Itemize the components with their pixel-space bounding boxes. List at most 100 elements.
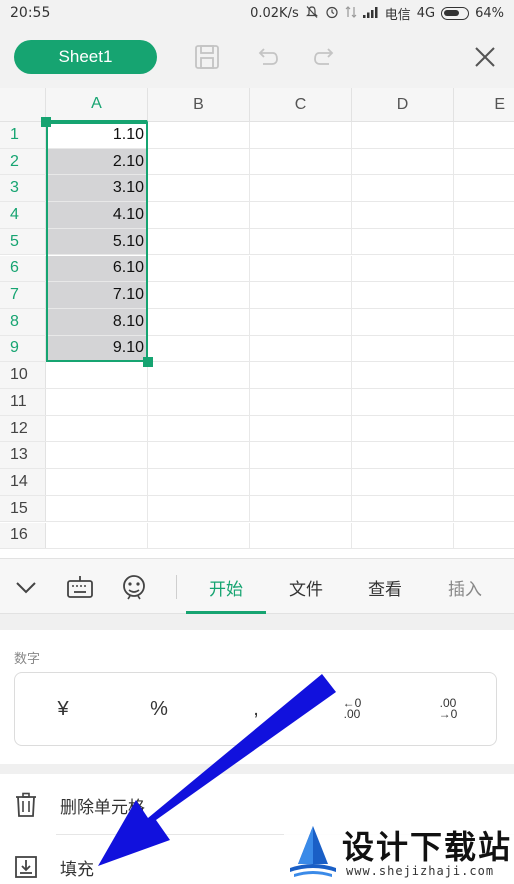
thousands-separator-button[interactable]: ,: [208, 673, 304, 745]
grid-cell[interactable]: [46, 495, 148, 522]
grid-cell[interactable]: [352, 335, 454, 362]
grid-cell[interactable]: [148, 362, 250, 388]
grid-cell[interactable]: [352, 362, 454, 388]
grid-cell[interactable]: 6.10: [46, 255, 148, 282]
tab-file[interactable]: 文件: [268, 559, 344, 615]
grid-cell[interactable]: [454, 496, 514, 522]
tab-insert[interactable]: 插入: [426, 559, 504, 615]
grid-cell[interactable]: [250, 122, 352, 148]
tab-view[interactable]: 查看: [346, 559, 424, 615]
grid-cell[interactable]: [250, 362, 352, 388]
grid-cell[interactable]: [250, 442, 352, 469]
row-header[interactable]: 8: [0, 308, 46, 335]
grid-cell[interactable]: [352, 495, 454, 522]
grid-cell[interactable]: [46, 442, 148, 469]
sheet-name-button[interactable]: Sheet1: [14, 40, 157, 74]
grid-cell[interactable]: [250, 495, 352, 522]
currency-format-button[interactable]: ¥: [15, 673, 111, 745]
row-header[interactable]: 11: [0, 389, 46, 415]
grid-cell[interactable]: [148, 282, 250, 308]
row-header[interactable]: 1: [0, 122, 46, 148]
grid-cell[interactable]: [250, 148, 352, 175]
grid-cell[interactable]: [148, 308, 250, 335]
grid-cell[interactable]: [46, 415, 148, 442]
grid-cell[interactable]: [250, 415, 352, 442]
grid-cell[interactable]: [454, 523, 514, 549]
grid-cell[interactable]: [352, 308, 454, 335]
grid-cell[interactable]: [352, 415, 454, 442]
row-header[interactable]: 9: [0, 335, 46, 362]
grid-cell[interactable]: [352, 148, 454, 175]
grid-cell[interactable]: [148, 148, 250, 175]
grid-cell[interactable]: [352, 202, 454, 228]
grid-cell[interactable]: [352, 389, 454, 415]
increase-decimal-button[interactable]: ←0 .00: [304, 673, 400, 745]
column-header-d[interactable]: D: [352, 88, 454, 122]
grid-cell[interactable]: [352, 469, 454, 495]
grid-cell[interactable]: [454, 389, 514, 415]
grid-cell[interactable]: [250, 202, 352, 228]
grid-cell[interactable]: [148, 335, 250, 362]
row-header[interactable]: 12: [0, 415, 46, 442]
column-header-a[interactable]: A: [46, 88, 148, 122]
column-header-c[interactable]: C: [250, 88, 352, 122]
spreadsheet-grid[interactable]: A B C D E 1 1.10 2 2.10 3 3.10 4 4.10 5 5.10 6 6.10…: [0, 88, 514, 558]
row-header[interactable]: 7: [0, 282, 46, 308]
grid-cell[interactable]: 2.10: [46, 148, 148, 175]
grid-cell[interactable]: [46, 362, 148, 388]
grid-cell[interactable]: [454, 175, 514, 201]
grid-cell[interactable]: [454, 442, 514, 468]
grid-cell[interactable]: 5.10: [46, 228, 148, 255]
grid-cell[interactable]: [250, 389, 352, 415]
grid-cell[interactable]: [352, 175, 454, 202]
grid-cell[interactable]: [148, 202, 250, 228]
grid-cell[interactable]: 8.10: [46, 308, 148, 335]
grid-cell[interactable]: [250, 522, 352, 549]
grid-cell[interactable]: [148, 495, 250, 522]
redo-icon[interactable]: [310, 42, 340, 72]
corner-cell[interactable]: [0, 88, 46, 122]
row-header[interactable]: 13: [0, 442, 46, 469]
grid-cell[interactable]: [46, 469, 148, 495]
row-header[interactable]: 15: [0, 495, 46, 522]
row-header[interactable]: 5: [0, 228, 46, 255]
grid-cell[interactable]: 7.10: [46, 282, 148, 308]
column-header-e[interactable]: E: [454, 88, 514, 122]
selection-end-handle[interactable]: [143, 357, 153, 367]
grid-cell[interactable]: [148, 122, 250, 148]
row-header[interactable]: 16: [0, 522, 46, 549]
grid-cell[interactable]: [352, 228, 454, 255]
grid-cell[interactable]: [148, 389, 250, 415]
grid-cell[interactable]: [454, 229, 514, 255]
grid-cell[interactable]: [250, 335, 352, 362]
grid-cell[interactable]: 1.10: [46, 122, 148, 148]
row-header[interactable]: 6: [0, 255, 46, 282]
percent-format-button[interactable]: %: [111, 673, 207, 745]
decrease-decimal-button[interactable]: .00 →0: [400, 673, 496, 745]
grid-cell[interactable]: [352, 522, 454, 549]
grid-cell[interactable]: 9.10: [46, 335, 148, 362]
voice-icon[interactable]: [118, 571, 150, 603]
grid-cell[interactable]: [46, 389, 148, 415]
row-header[interactable]: 3: [0, 175, 46, 202]
keyboard-icon[interactable]: [64, 571, 96, 603]
grid-cell[interactable]: [454, 202, 514, 228]
grid-cell[interactable]: [148, 442, 250, 469]
grid-cell[interactable]: [454, 336, 514, 362]
grid-cell[interactable]: [250, 175, 352, 202]
grid-cell[interactable]: [148, 175, 250, 202]
grid-cell[interactable]: [454, 362, 514, 388]
grid-cell[interactable]: [454, 309, 514, 335]
grid-cell[interactable]: [454, 282, 514, 308]
grid-cell[interactable]: [250, 308, 352, 335]
grid-cell[interactable]: 3.10: [46, 175, 148, 202]
grid-cell[interactable]: [454, 256, 514, 282]
grid-cell[interactable]: [148, 522, 250, 549]
grid-cell[interactable]: [454, 469, 514, 495]
grid-cell[interactable]: [250, 255, 352, 282]
row-header[interactable]: 14: [0, 469, 46, 495]
grid-cell[interactable]: [148, 228, 250, 255]
grid-cell[interactable]: 4.10: [46, 202, 148, 228]
grid-cell[interactable]: [352, 442, 454, 469]
column-header-b[interactable]: B: [148, 88, 250, 122]
